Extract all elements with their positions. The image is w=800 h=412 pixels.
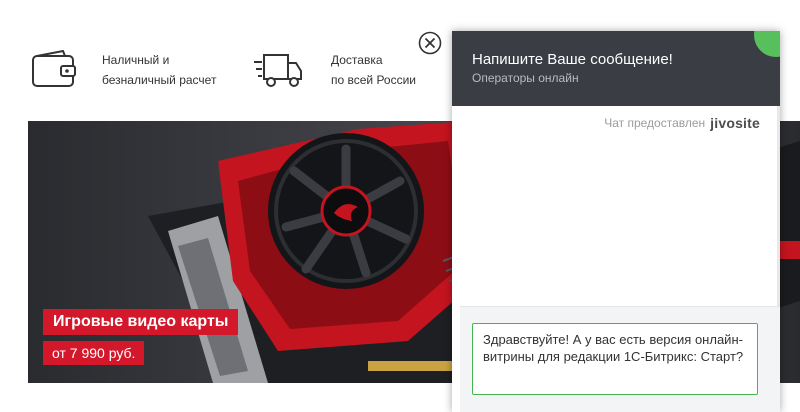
chat-message-input[interactable]: Здравствуйте! А у вас есть версия онлайн… (472, 323, 758, 395)
chat-scrollbar[interactable] (777, 106, 780, 306)
jivosite-logo[interactable]: jivosite (710, 115, 760, 131)
chat-footer: Здравствуйте! А у вас есть версия онлайн… (460, 306, 780, 412)
powered-by-text: Чат предоставлен (604, 116, 706, 130)
banner-title: Игровые видео карты (43, 309, 239, 335)
payment-text: Наличный и безналичный расчет (102, 53, 217, 87)
chat-widget[interactable]: Напишите Ваше сообщение! Операторы онлай… (452, 31, 780, 412)
chat-header-subtitle: Операторы онлайн (472, 71, 579, 85)
close-icon[interactable] (418, 31, 442, 55)
online-status-icon (754, 31, 780, 57)
chat-header[interactable]: Напишите Ваше сообщение! Операторы онлай… (452, 31, 780, 106)
feature-payment: Наличный и безналичный расчет (30, 50, 216, 90)
chat-powered-by[interactable]: Чат предоставлен jivosite (604, 115, 760, 131)
chat-header-title: Напишите Ваше сообщение! (472, 51, 673, 68)
truck-icon (254, 54, 302, 87)
banner-price: от 7 990 руб. (43, 341, 145, 365)
feature-delivery: Доставка по всей России (253, 50, 416, 90)
wallet-icon (32, 50, 76, 87)
delivery-text: Доставка по всей России (331, 53, 417, 87)
